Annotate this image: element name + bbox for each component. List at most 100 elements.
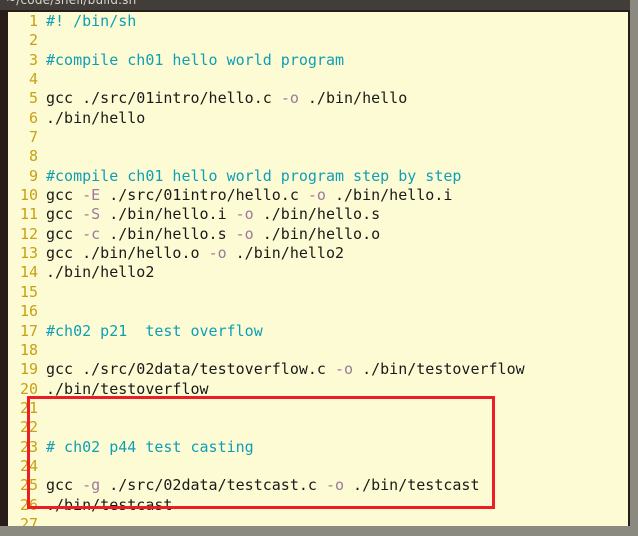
line-number: 23 (19, 437, 38, 456)
code-token-plain: ./bin/hello (298, 89, 408, 108)
code-line[interactable]: 7 (8, 128, 628, 147)
code-line[interactable]: 23 # ch02 p44 test casting (8, 438, 628, 457)
code-token-plain: ./bin/hello (46, 108, 146, 127)
line-number: 3 (28, 50, 38, 69)
code-line[interactable]: 14 ./bin/hello2 (8, 263, 628, 282)
code-token-plain: gcc (46, 186, 83, 205)
code-line[interactable]: 12 gcc -c ./bin/hello.s -o ./bin/hello.o (8, 225, 628, 244)
line-number: 24 (19, 456, 38, 475)
code-token-plain: ./bin/hello2 (46, 263, 155, 282)
line-number: 1 (28, 12, 38, 30)
code-line[interactable]: 9 #compile ch01 hello world program step … (8, 167, 628, 186)
line-number: 26 (19, 495, 38, 514)
line-number: 19 (19, 360, 38, 379)
code-token-plain: ./bin/hello.s (100, 224, 236, 243)
code-token-plain: ./src/01intro/hello.c (100, 186, 308, 205)
line-number: 2 (28, 31, 38, 50)
line-number: 10 (19, 186, 38, 205)
code-line[interactable]: 19 gcc ./src/02data/testoverflow.c -o ./b… (8, 360, 628, 379)
line-number: 20 (19, 379, 38, 398)
line-number: 6 (28, 108, 38, 127)
code-token-plain: ./bin/hello.i (100, 205, 236, 224)
line-number: 16 (19, 302, 38, 321)
code-line[interactable]: 21 (8, 399, 628, 418)
line-number: 25 (19, 476, 38, 495)
line-number: 18 (19, 340, 38, 359)
line-text: #! /bin/sh (46, 12, 136, 31)
window-title-text: ~/code/shell/build.sh (6, 0, 137, 7)
code-editor-area[interactable]: 1 #! /bin/sh 2 3 #compile ch01 hello world p… (8, 12, 628, 526)
line-text: ./bin/testcast (46, 496, 172, 515)
code-token-flag: -c (82, 224, 101, 243)
code-token-flag: -o (280, 89, 299, 108)
code-line[interactable]: 6 ./bin/hello (8, 109, 628, 128)
line-text: gcc ./src/02data/testoverflow.c -o ./bin… (46, 360, 525, 379)
code-token-flag: -o (235, 224, 254, 243)
line-number: 14 (19, 263, 38, 282)
code-token-plain: ./bin/hello.o (253, 224, 381, 243)
line-number: 12 (19, 224, 38, 243)
code-token-plain: ./bin/hello.s (253, 205, 381, 224)
line-number: 17 (19, 321, 38, 340)
code-token-comment: #compile ch01 hello world program (46, 50, 345, 69)
line-text: gcc -S ./bin/hello.i -o ./bin/hello.s (46, 205, 380, 224)
code-line[interactable]: 10 gcc -E ./src/01intro/hello.c -o ./bin/… (8, 186, 628, 205)
code-line[interactable]: 24 (8, 457, 628, 476)
code-token-plain: ./bin/testcast (46, 495, 173, 514)
line-number: 22 (19, 418, 38, 437)
code-token-plain: ./bin/testoverflow (46, 379, 209, 398)
code-line[interactable]: 27 (8, 515, 628, 526)
line-text: gcc -c ./bin/hello.s -o ./bin/hello.o (46, 225, 380, 244)
code-token-comment: #! /bin/sh (46, 12, 137, 30)
code-line[interactable]: 22 (8, 418, 628, 437)
code-token-plain: gcc (46, 205, 83, 224)
window-right-edge (630, 0, 638, 530)
code-line[interactable]: 17 #ch02 p21 test overflow (8, 322, 628, 341)
code-token-flag: -o (235, 205, 254, 224)
text-pane-frame: 1 #! /bin/sh 2 3 #compile ch01 hello world p… (0, 10, 630, 526)
text-editor-window: ~/code/shell/build.sh 1 #! /bin/sh 2 3 #comp… (0, 0, 638, 536)
code-line[interactable]: 13 gcc ./bin/hello.o -o ./bin/hello2 (8, 244, 628, 263)
code-line[interactable]: 8 (8, 147, 628, 166)
code-token-comment: #compile ch01 hello world program step b… (46, 166, 462, 185)
line-text: #compile ch01 hello world program step b… (46, 167, 461, 186)
code-token-plain: ./bin/testoverflow (353, 360, 525, 379)
window-title-bar[interactable]: ~/code/shell/build.sh (0, 0, 630, 10)
code-line[interactable]: 1 #! /bin/sh (8, 12, 628, 31)
line-text: ./bin/hello2 (46, 263, 154, 282)
code-line[interactable]: 3 #compile ch01 hello world program (8, 51, 628, 70)
line-number: 9 (28, 166, 38, 185)
code-token-plain: ./bin/testcast (344, 476, 480, 495)
code-token-plain: gcc ./src/01intro/hello.c (46, 89, 281, 108)
code-line[interactable]: 2 (8, 31, 628, 50)
code-token-plain: gcc ./bin/hello.o (46, 244, 209, 263)
line-number: 11 (19, 205, 38, 224)
code-token-plain: ./bin/hello2 (226, 244, 345, 263)
line-number: 8 (28, 147, 38, 166)
code-token-flag: -S (82, 205, 101, 224)
code-token-plain: gcc ./src/02data/testoverflow.c (46, 360, 335, 379)
code-line[interactable]: 25 gcc -g ./src/02data/testcast.c -o ./bi… (8, 476, 628, 495)
line-number: 21 (19, 398, 38, 417)
line-text: #ch02 p21 test overflow (46, 322, 263, 341)
code-line[interactable]: 5 gcc ./src/01intro/hello.c -o ./bin/hell… (8, 89, 628, 108)
line-text: gcc -E ./src/01intro/hello.c -o ./bin/he… (46, 186, 452, 205)
code-line[interactable]: 18 (8, 341, 628, 360)
code-token-plain: gcc (46, 476, 83, 495)
code-line[interactable]: 26 ./bin/testcast (8, 496, 628, 515)
line-number: 15 (19, 282, 38, 301)
line-text: gcc ./bin/hello.o -o ./bin/hello2 (46, 244, 344, 263)
code-line[interactable]: 16 (8, 302, 628, 321)
code-token-comment: #ch02 p21 test overflow (46, 321, 263, 340)
line-number: 13 (19, 244, 38, 263)
code-line[interactable]: 11 gcc -S ./bin/hello.i -o ./bin/hello.s (8, 205, 628, 224)
code-line[interactable]: 15 (8, 283, 628, 302)
code-token-flag: -g (82, 476, 101, 495)
code-token-flag: -E (82, 186, 101, 205)
code-line[interactable]: 4 (8, 70, 628, 89)
code-line[interactable]: 20 ./bin/testoverflow (8, 380, 628, 399)
code-token-plain: ./src/02data/testcast.c (100, 476, 326, 495)
line-text: gcc -g ./src/02data/testcast.c -o ./bin/… (46, 476, 480, 495)
code-token-flag: -o (208, 244, 227, 263)
line-text: #compile ch01 hello world program (46, 51, 344, 70)
